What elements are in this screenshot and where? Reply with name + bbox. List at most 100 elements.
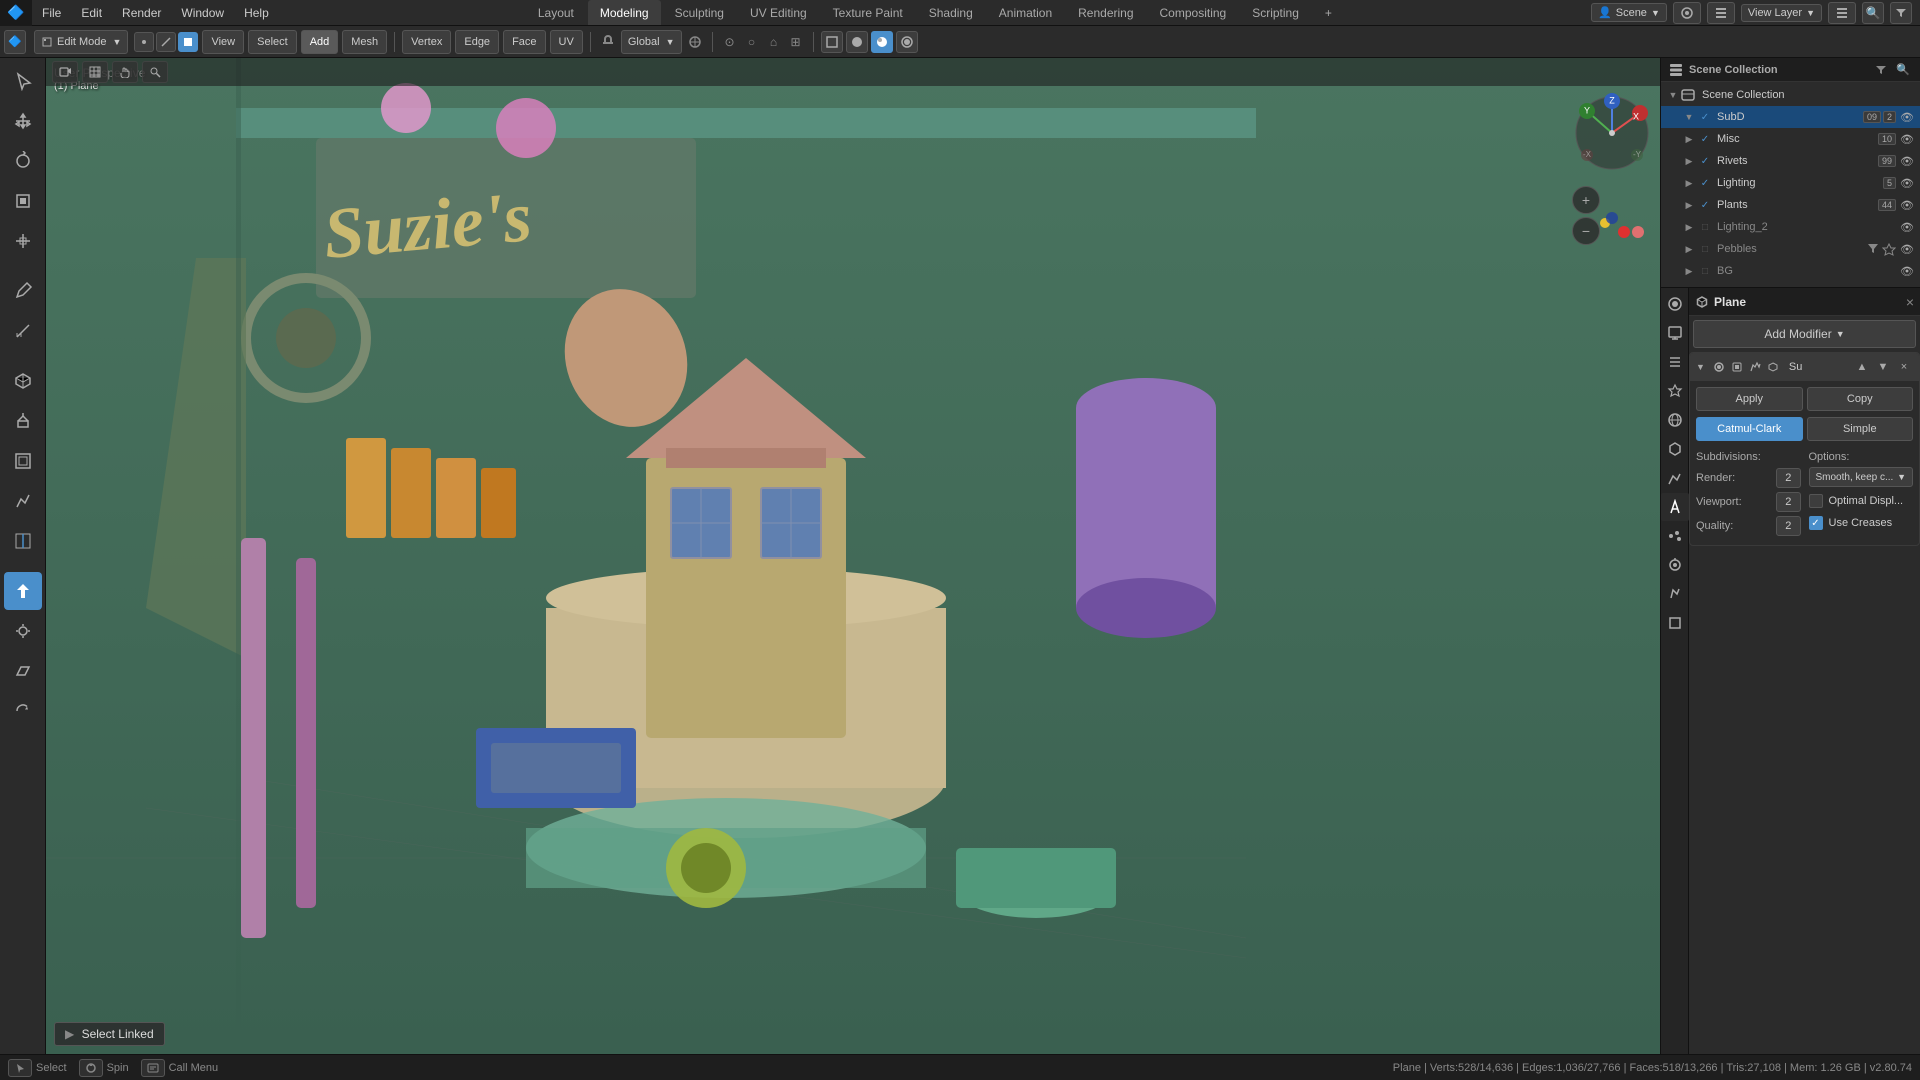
copy-button[interactable]: Copy	[1807, 387, 1914, 411]
menu-edit[interactable]: Edit	[71, 0, 112, 25]
material-preview-btn[interactable]	[871, 31, 893, 53]
tool-active[interactable]	[4, 572, 42, 610]
zoom-out-btn[interactable]: −	[1572, 217, 1600, 245]
props-tab-scene[interactable]	[1661, 377, 1689, 405]
modifier-up-btn[interactable]: ▲	[1853, 358, 1871, 376]
props-tab-world[interactable]	[1661, 406, 1689, 434]
bg-check[interactable]: □	[1697, 263, 1713, 279]
menu-help[interactable]: Help	[234, 0, 279, 25]
tab-add[interactable]: +	[1313, 0, 1344, 25]
tool-measure[interactable]	[4, 312, 42, 350]
tab-modeling[interactable]: Modeling	[588, 0, 661, 25]
misc-visibility[interactable]: 👁	[1898, 130, 1916, 148]
tab-sculpting[interactable]: Sculpting	[663, 0, 736, 25]
proportional-icon[interactable]: ○	[742, 32, 762, 52]
blender-mini-logo[interactable]: 🔷	[4, 30, 26, 54]
quality-value[interactable]: 2	[1776, 516, 1801, 536]
overlay-icon[interactable]: ⊞	[786, 32, 806, 52]
subd-check[interactable]: ✓	[1697, 109, 1713, 125]
tab-scripting[interactable]: Scripting	[1240, 0, 1311, 25]
scene-properties-btn[interactable]	[1673, 2, 1701, 24]
wireframe-btn[interactable]	[821, 31, 843, 53]
tab-animation[interactable]: Animation	[987, 0, 1064, 25]
apply-button[interactable]: Apply	[1696, 387, 1803, 411]
lighting2-visibility[interactable]: 👁	[1898, 218, 1916, 236]
props-tab-particles[interactable]	[1661, 522, 1689, 550]
modifier-down-btn[interactable]: ▼	[1874, 358, 1892, 376]
outliner-item-subd[interactable]: ▼ ✓ SubD 09 2 👁	[1661, 106, 1920, 128]
viewport-value[interactable]: 2	[1776, 492, 1801, 512]
mesh-button[interactable]: Mesh	[342, 30, 387, 54]
scene-extra-btn[interactable]	[1707, 2, 1735, 24]
modifier-cage-icon[interactable]	[1765, 359, 1781, 375]
outliner-item-rivets[interactable]: ▶ ✓ Rivets 99 👁	[1661, 150, 1920, 172]
outliner-item-pebbles[interactable]: ▶ □ Pebbles 👁	[1661, 238, 1920, 260]
plants-visibility[interactable]: 👁	[1898, 196, 1916, 214]
add-modifier-btn[interactable]: Add Modifier ▼	[1693, 320, 1916, 348]
select-key-icon[interactable]	[8, 1059, 32, 1077]
menu-render[interactable]: Render	[112, 0, 171, 25]
zoom-in-btn[interactable]: +	[1572, 186, 1600, 214]
optimal-displ-checkbox[interactable]	[1809, 494, 1823, 508]
outliner-scene-collection[interactable]: ▼ Scene Collection	[1661, 84, 1920, 106]
menu-file[interactable]: File	[32, 0, 71, 25]
viewport-3d[interactable]: Suzie's	[46, 58, 1660, 1054]
misc-check[interactable]: ✓	[1697, 131, 1713, 147]
spin-key-icon[interactable]	[79, 1059, 103, 1077]
uv-button[interactable]: UV	[550, 30, 583, 54]
render-value[interactable]: 2	[1776, 468, 1801, 488]
tool-add-cube[interactable]	[4, 362, 42, 400]
search-btn[interactable]: 🔍	[1862, 2, 1884, 24]
tool-move[interactable]	[4, 102, 42, 140]
tool-inset[interactable]	[4, 442, 42, 480]
edge-button[interactable]: Edge	[455, 30, 499, 54]
filter-btn[interactable]	[1890, 2, 1912, 24]
viewport-hand-btn[interactable]	[112, 61, 138, 83]
simple-btn[interactable]: Simple	[1807, 417, 1914, 441]
tool-scale[interactable]	[4, 182, 42, 220]
call-menu-key-icon[interactable]	[141, 1059, 165, 1077]
plants-check[interactable]: ✓	[1697, 197, 1713, 213]
view-layer-selector[interactable]: View Layer ▼	[1741, 4, 1822, 22]
pivot-type-btn[interactable]	[685, 32, 705, 52]
modifier-delete-btn[interactable]: ×	[1895, 358, 1913, 376]
outliner-filter-btn[interactable]	[1872, 61, 1890, 79]
props-tab-data[interactable]	[1661, 609, 1689, 637]
use-creases-checkbox[interactable]: ✓	[1809, 516, 1823, 530]
modifier-editmode-icon[interactable]	[1747, 359, 1763, 375]
outliner-item-lighting[interactable]: ▶ ✓ Lighting 5 👁	[1661, 172, 1920, 194]
outliner-item-misc[interactable]: ▶ ✓ Misc 10 👁	[1661, 128, 1920, 150]
select-button[interactable]: Select	[248, 30, 297, 54]
viewport-camera-btn[interactable]	[52, 61, 78, 83]
tool-bevel[interactable]	[4, 482, 42, 520]
tab-shading[interactable]: Shading	[917, 0, 985, 25]
subd-visibility[interactable]: 👁	[1898, 108, 1916, 126]
vertex-button[interactable]: Vertex	[402, 30, 451, 54]
snap-icon[interactable]: ⊙	[720, 32, 740, 52]
view-layer-extra-btn[interactable]	[1828, 2, 1856, 24]
mesh-display-edges[interactable]	[156, 32, 176, 52]
outliner-search-btn[interactable]: 🔍	[1894, 61, 1912, 79]
tab-rendering[interactable]: Rendering	[1066, 0, 1145, 25]
lighting-check[interactable]: ✓	[1697, 175, 1713, 191]
tool-shear[interactable]	[4, 652, 42, 690]
props-tab-modifiers[interactable]	[1661, 493, 1689, 521]
props-tab-constraints[interactable]	[1661, 580, 1689, 608]
tab-compositing[interactable]: Compositing	[1148, 0, 1239, 25]
mesh-display-vertices[interactable]	[134, 32, 154, 52]
tab-texture-paint[interactable]: Texture Paint	[821, 0, 915, 25]
viewport-grid-btn[interactable]	[82, 61, 108, 83]
menu-window[interactable]: Window	[171, 0, 234, 25]
tool-cursor[interactable]	[4, 62, 42, 100]
scene-selector[interactable]: 👤 Scene ▼	[1591, 3, 1667, 22]
face-button[interactable]: Face	[503, 30, 545, 54]
modifier-realtime-icon[interactable]	[1711, 359, 1727, 375]
modifier-render-icon[interactable]	[1729, 359, 1745, 375]
edit-mode-selector[interactable]: Edit Mode ▼	[34, 30, 128, 54]
modifier-header[interactable]: ▼	[1690, 353, 1919, 381]
props-close-btn[interactable]: ×	[1906, 295, 1914, 309]
bg-visibility[interactable]: 👁	[1898, 262, 1916, 280]
catmull-clark-btn[interactable]: Catmul-Clark	[1696, 417, 1803, 441]
tab-uv-editing[interactable]: UV Editing	[738, 0, 819, 25]
rendered-btn[interactable]	[896, 31, 918, 53]
